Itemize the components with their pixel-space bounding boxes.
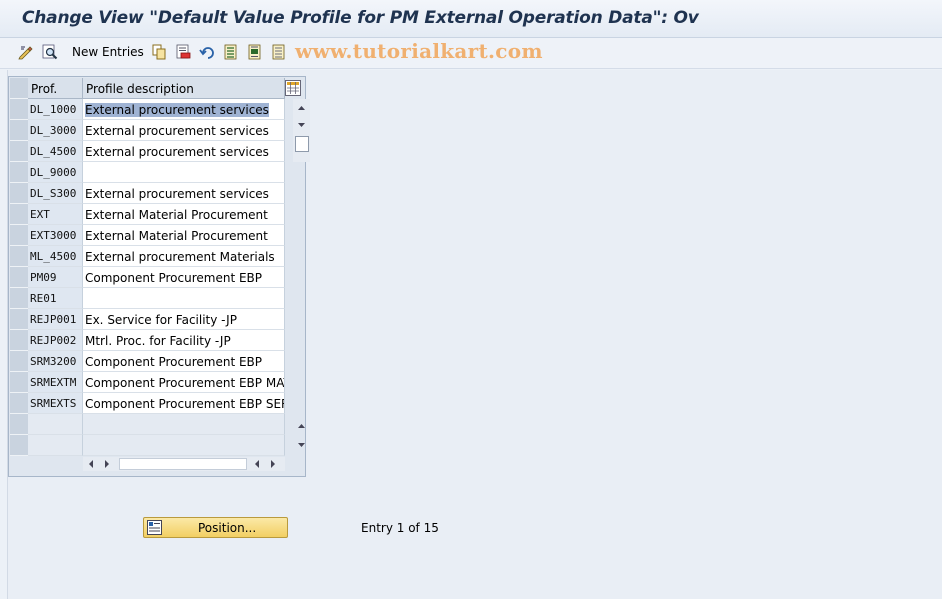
row-selector[interactable]	[10, 330, 28, 351]
cell-profile-description[interactable]: External procurement services	[83, 183, 285, 204]
column-header-prof[interactable]: Prof.	[28, 78, 83, 99]
page-title: Change View "Default Value Profile for P…	[22, 8, 699, 28]
cell-profile-description[interactable]: Component Procurement EBP	[83, 267, 285, 288]
row-selector[interactable]	[10, 372, 28, 393]
find-icon[interactable]	[42, 44, 58, 60]
select-all-icon[interactable]	[223, 44, 239, 60]
cell-profile[interactable]: SRMEXTS	[28, 393, 83, 414]
row-selector[interactable]	[10, 435, 28, 456]
row-selector[interactable]	[10, 141, 28, 162]
row-selector[interactable]	[10, 414, 28, 435]
cell-profile-description[interactable]: External Material Procurement	[83, 225, 285, 246]
cell-profile-description[interactable]: Component Procurement EBP MAT	[83, 372, 285, 393]
cell-profile-description[interactable]	[83, 162, 285, 183]
cell-profile-description[interactable]: External procurement services	[83, 141, 285, 162]
cell-profile-description[interactable]	[83, 288, 285, 309]
application-toolbar: New Entries www.tutorialkart.com	[0, 38, 942, 69]
position-button-label: Position...	[198, 521, 257, 535]
row-selector[interactable]	[10, 309, 28, 330]
cell-profile[interactable]: ML_4500	[28, 246, 83, 267]
page-up-icon[interactable]	[293, 417, 310, 434]
row-selector[interactable]	[10, 120, 28, 141]
cell-profile-description[interactable]: External procurement services	[83, 99, 285, 120]
deselect-all-icon[interactable]	[271, 44, 287, 60]
cell-profile[interactable]: RE01	[28, 288, 83, 309]
row-selector[interactable]	[10, 183, 28, 204]
scroll-right-icon[interactable]	[101, 458, 113, 470]
title-bar: Change View "Default Value Profile for P…	[0, 0, 942, 38]
cell-profile[interactable]: EXT3000	[28, 225, 83, 246]
page-down-icon[interactable]	[293, 436, 310, 453]
cell-profile-description[interactable]	[83, 435, 285, 456]
cell-profile[interactable]: DL_S300	[28, 183, 83, 204]
scroll-down-icon[interactable]	[293, 116, 310, 133]
cell-profile[interactable]: DL_4500	[28, 141, 83, 162]
new-entries-button[interactable]: New Entries	[72, 45, 144, 59]
row-selector[interactable]	[10, 288, 28, 309]
cell-profile-description[interactable]: External Material Procurement	[83, 204, 285, 225]
entry-counter: Entry 1 of 15	[361, 521, 439, 535]
select-block-icon[interactable]	[247, 44, 263, 60]
row-selector[interactable]	[10, 162, 28, 183]
select-all-header[interactable]	[10, 78, 28, 99]
cell-profile-description[interactable]: Mtrl. Proc. for Facility -JP	[83, 330, 285, 351]
scroll-right-icon[interactable]	[267, 458, 279, 470]
column-header-description[interactable]: Profile description	[83, 78, 285, 99]
row-selector[interactable]	[10, 204, 28, 225]
column-settings-icon[interactable]	[285, 80, 301, 96]
row-selector[interactable]	[10, 99, 28, 120]
cell-profile-description[interactable]: Ex. Service for Facility -JP	[83, 309, 285, 330]
scroll-left-icon[interactable]	[85, 458, 97, 470]
cell-profile-description[interactable]: External procurement services	[83, 120, 285, 141]
copy-icon[interactable]	[151, 44, 167, 60]
display-change-icon[interactable]	[18, 44, 34, 60]
row-selector[interactable]	[10, 267, 28, 288]
cell-profile[interactable]: REJP002	[28, 330, 83, 351]
scroll-up-icon[interactable]	[293, 99, 310, 116]
cell-profile-description[interactable]: External procurement Materials	[83, 246, 285, 267]
horizontal-scroll-thumb[interactable]	[119, 458, 247, 470]
cell-profile[interactable]: DL_3000	[28, 120, 83, 141]
undo-icon[interactable]	[199, 44, 215, 60]
cell-profile[interactable]	[28, 435, 83, 456]
cell-profile-description[interactable]: Component Procurement EBP SERV	[83, 393, 285, 414]
position-icon	[147, 520, 162, 535]
cell-profile[interactable]: EXT	[28, 204, 83, 225]
vertical-scrollbar[interactable]	[293, 99, 310, 162]
cell-profile-description[interactable]	[83, 414, 285, 435]
cell-profile[interactable]: SRM3200	[28, 351, 83, 372]
selected-text: External procurement services	[85, 103, 269, 117]
cell-profile[interactable]: DL_9000	[28, 162, 83, 183]
row-selector[interactable]	[10, 246, 28, 267]
delete-icon[interactable]	[175, 44, 191, 60]
cell-profile[interactable]: SRMEXTM	[28, 372, 83, 393]
row-selector[interactable]	[10, 225, 28, 246]
position-button[interactable]: Position...	[143, 517, 288, 538]
cell-profile[interactable]: PM09	[28, 267, 83, 288]
cell-profile[interactable]: DL_1000	[28, 99, 83, 120]
horizontal-scrollbar-description[interactable]	[83, 457, 249, 471]
profile-table: Prof. Profile description DL_1000 Externa…	[8, 76, 310, 477]
horizontal-scrollbar-right[interactable]	[249, 457, 285, 471]
cell-profile[interactable]: REJP001	[28, 309, 83, 330]
scroll-thumb[interactable]	[295, 136, 309, 152]
row-selector[interactable]	[10, 393, 28, 414]
scroll-left-icon[interactable]	[251, 458, 263, 470]
row-selector[interactable]	[10, 351, 28, 372]
cell-profile-description[interactable]: Component Procurement EBP	[83, 351, 285, 372]
cell-profile[interactable]	[28, 414, 83, 435]
watermark-text: www.tutorialkart.com	[295, 39, 543, 63]
